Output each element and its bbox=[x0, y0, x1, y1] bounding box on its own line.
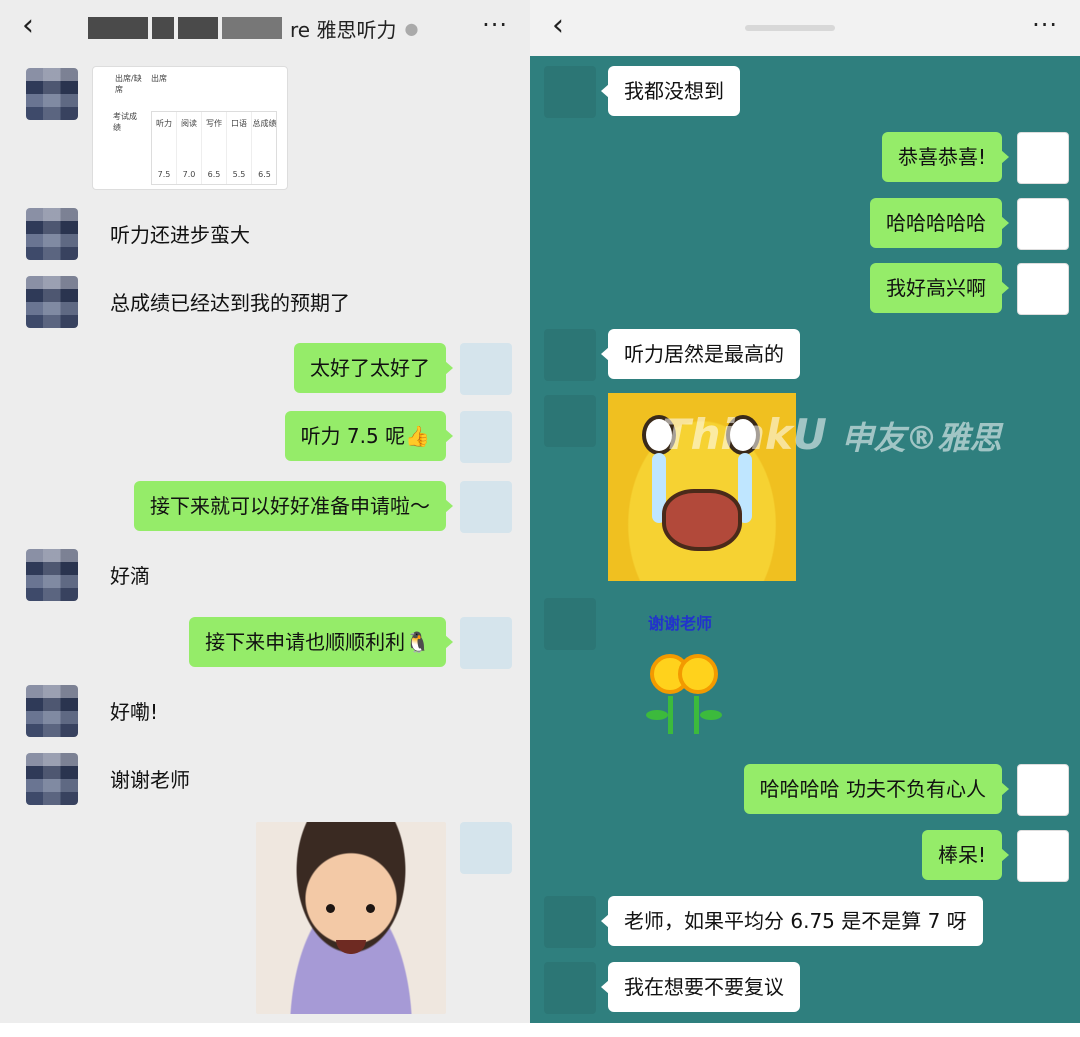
score-value: 7.5 bbox=[157, 170, 171, 179]
score-header: 口语 bbox=[231, 119, 247, 128]
message-text[interactable]: 谢谢老师 bbox=[110, 765, 190, 795]
score-report-image[interactable]: 出席/缺席 出席 考试成绩 听力 7.5 阅读 7.0 写作 6.5 口语 5.… bbox=[92, 66, 288, 190]
avatar-student[interactable] bbox=[26, 276, 78, 328]
message-text[interactable]: 好嘞! bbox=[110, 697, 158, 727]
message-bubble-received[interactable]: 听力居然是最高的 bbox=[601, 329, 800, 379]
avatar-teacher-rabbit[interactable] bbox=[1017, 198, 1069, 250]
redacted-title-block bbox=[178, 17, 218, 39]
sticker-detail bbox=[694, 696, 699, 734]
ear-icon: ● bbox=[404, 18, 419, 38]
left-topbar: ‹ re 雅思听力 ● ··· bbox=[0, 0, 530, 56]
score-value: 6.5 bbox=[207, 170, 221, 179]
redacted-title-block bbox=[222, 17, 282, 39]
message-bubble-sent[interactable]: 接下来申请也顺顺利利🐧 bbox=[189, 617, 453, 667]
sticker-detail bbox=[678, 654, 718, 694]
score-attendance-value: 出席 bbox=[151, 74, 167, 83]
avatar-student[interactable] bbox=[26, 549, 78, 601]
score-column: 写作 6.5 bbox=[202, 112, 227, 184]
avatar-teacher[interactable] bbox=[460, 617, 512, 669]
avatar-student[interactable] bbox=[26, 208, 78, 260]
message-bubble-sent[interactable]: 听力 7.5 呢👍 bbox=[284, 411, 454, 461]
score-header: 听力 bbox=[156, 119, 172, 128]
sticker-sunflowers[interactable] bbox=[640, 650, 730, 740]
score-grid: 听力 7.5 阅读 7.0 写作 6.5 口语 5.5 总成绩 6.5 bbox=[151, 111, 277, 185]
redacted-title-block bbox=[152, 17, 174, 39]
back-icon[interactable]: ‹ bbox=[22, 8, 34, 44]
message-bubble-sent[interactable]: 哈哈哈哈哈 bbox=[870, 198, 1009, 248]
avatar-student[interactable] bbox=[544, 395, 596, 447]
message-bubble-sent[interactable]: 我好高兴啊 bbox=[870, 263, 1009, 313]
score-value: 5.5 bbox=[232, 170, 246, 179]
sticker-detail bbox=[662, 489, 742, 551]
avatar-teacher-rabbit[interactable] bbox=[1017, 830, 1069, 882]
score-column: 阅读 7.0 bbox=[177, 112, 202, 184]
sticker-detail bbox=[336, 940, 366, 954]
message-bubble-received[interactable]: 老师，如果平均分 6.75 是不是算 7 呀 bbox=[601, 896, 983, 946]
avatar-student[interactable] bbox=[544, 598, 596, 650]
sticker-thanks-text[interactable]: 谢谢老师 bbox=[648, 610, 712, 634]
sticker-detail bbox=[646, 710, 668, 720]
message-bubble-received[interactable]: 我在想要不要复议 bbox=[601, 962, 800, 1012]
message-bubble-sent[interactable]: 哈哈哈哈 功夫不负有心人 bbox=[743, 764, 1010, 814]
right-topbar: ‹ ··· bbox=[530, 0, 1080, 56]
message-text[interactable]: 听力还进步蛮大 bbox=[110, 220, 250, 250]
message-text[interactable]: 总成绩已经达到我的预期了 bbox=[110, 288, 350, 318]
score-column: 听力 7.5 bbox=[152, 112, 177, 184]
score-exam-label: 考试成绩 bbox=[113, 112, 137, 132]
message-bubble-sent[interactable]: 接下来就可以好好准备申请啦～ bbox=[134, 481, 453, 531]
avatar-teacher-rabbit[interactable] bbox=[1017, 764, 1069, 816]
avatar-teacher[interactable] bbox=[460, 822, 512, 874]
redacted-title-block bbox=[88, 17, 148, 39]
score-column: 口语 5.5 bbox=[227, 112, 252, 184]
avatar-student[interactable] bbox=[544, 66, 596, 118]
score-value: 6.5 bbox=[258, 170, 271, 179]
sticker-kid-smiling[interactable] bbox=[256, 822, 446, 1014]
avatar-teacher[interactable] bbox=[460, 481, 512, 533]
left-chat-window: ‹ re 雅思听力 ● ··· 出席/缺席 出席 考试成绩 听力 7.5 阅读 … bbox=[0, 0, 530, 1037]
message-bubble-sent[interactable]: 恭喜恭喜! bbox=[881, 132, 1010, 182]
score-header: 阅读 bbox=[181, 119, 197, 128]
redacted-title bbox=[745, 25, 835, 31]
sticker-detail bbox=[366, 904, 375, 913]
avatar-student[interactable] bbox=[544, 329, 596, 381]
avatar-student[interactable] bbox=[26, 753, 78, 805]
avatar-student[interactable] bbox=[544, 962, 596, 1014]
avatar-teacher[interactable] bbox=[460, 343, 512, 395]
chat-title: re 雅思听力 ● bbox=[88, 12, 418, 44]
back-icon[interactable]: ‹ bbox=[552, 8, 564, 44]
score-header: 写作 bbox=[206, 119, 222, 128]
chat-title-text: re 雅思听力 bbox=[290, 17, 397, 42]
watermark-cn: 申友®雅思 bbox=[841, 419, 1002, 457]
avatar-teacher[interactable] bbox=[460, 411, 512, 463]
score-column: 总成绩 6.5 bbox=[252, 112, 277, 184]
score-value: 7.0 bbox=[182, 170, 196, 179]
message-bubble-sent[interactable]: 太好了太好了 bbox=[294, 343, 453, 393]
score-header: 总成绩 bbox=[252, 119, 277, 128]
avatar-teacher-rabbit[interactable] bbox=[1017, 132, 1069, 184]
avatar-student[interactable] bbox=[544, 896, 596, 948]
more-icon[interactable]: ··· bbox=[482, 10, 508, 40]
bottom-edge bbox=[0, 1023, 1080, 1037]
message-bubble-received[interactable]: 我都没想到 bbox=[601, 66, 740, 116]
sticker-detail bbox=[700, 710, 722, 720]
message-bubble-sent[interactable]: 棒呆! bbox=[921, 830, 1010, 880]
avatar-student[interactable] bbox=[26, 685, 78, 737]
score-attendance-label: 出席/缺席 bbox=[115, 74, 142, 94]
sticker-detail bbox=[326, 904, 335, 913]
avatar-student[interactable] bbox=[26, 68, 78, 120]
brand-watermark: ThinkU 申友®雅思 bbox=[662, 410, 1002, 459]
avatar-teacher-rabbit[interactable] bbox=[1017, 263, 1069, 315]
more-icon[interactable]: ··· bbox=[1032, 10, 1058, 40]
message-text[interactable]: 好滴 bbox=[110, 561, 150, 591]
watermark-latin: ThinkU bbox=[662, 410, 827, 459]
sticker-detail bbox=[668, 696, 673, 734]
